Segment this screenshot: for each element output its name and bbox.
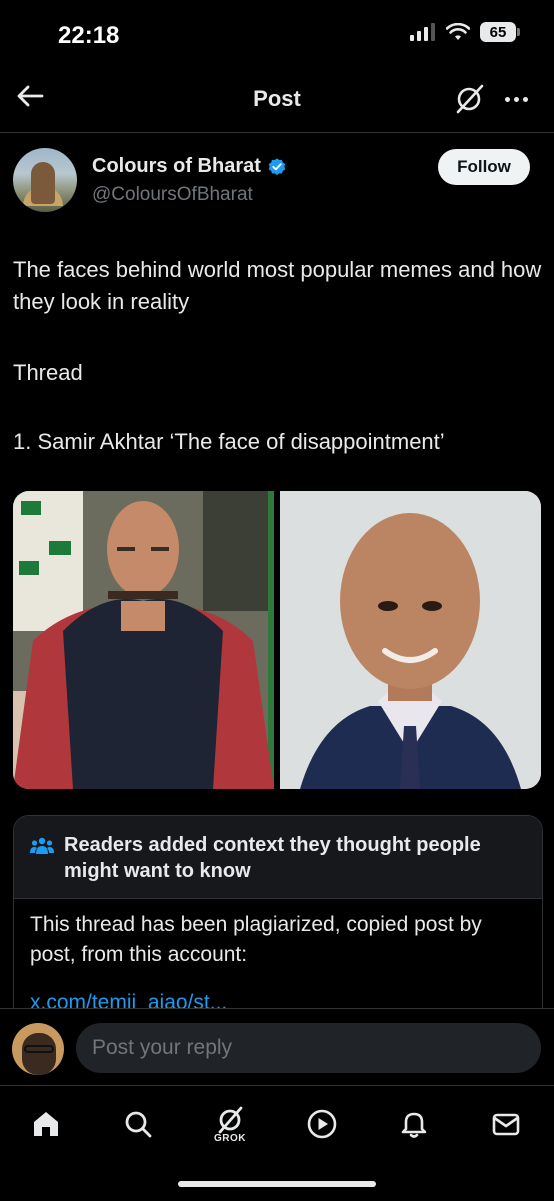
community-note-header: Readers added context they thought peopl… [14,816,542,899]
user-avatar[interactable] [12,1023,64,1075]
community-note[interactable]: Readers added context they thought peopl… [13,815,543,1012]
community-note-body: This thread has been plagiarized, copied… [30,913,482,966]
post-text-line: The faces behind world most popular meme… [13,257,542,314]
post-text-line: Thread [13,360,83,385]
grok-button[interactable] [452,82,486,116]
nav-home[interactable] [24,1102,68,1146]
search-icon [125,1111,152,1138]
avatar-person [31,162,55,204]
nav-video[interactable] [300,1102,344,1146]
author-avatar[interactable] [13,148,77,212]
post-image-reality[interactable] [280,491,541,789]
home-indicator [178,1181,376,1187]
avatar-face [22,1033,56,1075]
post-header: Post [0,60,554,132]
battery-level: 65 [489,23,507,41]
follow-button[interactable]: Follow [438,149,530,185]
avatar-glasses [24,1045,54,1053]
more-dot-icon [513,96,519,102]
people-icon [30,837,54,854]
home-icon [34,1112,58,1136]
messages-icon [492,1113,520,1136]
community-note-title: Readers added context they thought peopl… [64,834,481,882]
author-handle[interactable]: @ColoursOfBharat [92,184,253,206]
post-image-meme[interactable] [13,491,274,789]
post-text-line: 1. Samir Akhtar ‘The face of disappointm… [13,429,445,454]
nav-notifications[interactable] [392,1102,436,1146]
reply-input[interactable]: Post your reply [76,1023,541,1073]
verified-badge-icon [268,157,286,175]
portrait-photo-illustration [280,491,541,789]
grok-icon [218,1106,243,1133]
battery-indicator: 65 [480,22,520,42]
grok-label: GROK [214,1132,246,1144]
notifications-icon [401,1112,427,1138]
cellular-signal-icon [410,23,435,41]
status-icons: 65 [410,22,520,42]
wifi-icon [446,23,470,40]
status-time: 22:18 [58,22,120,49]
author-name-row[interactable]: Colours of Bharat [92,155,287,178]
nav-grok[interactable]: GROK [208,1102,252,1146]
video-icon [307,1109,337,1139]
grok-icon [456,84,484,114]
header-divider [0,132,554,133]
nav-search[interactable] [116,1102,160,1146]
more-dot-icon [522,96,528,102]
meme-photo-illustration [13,491,274,789]
more-dot-icon [504,96,510,102]
author-name: Colours of Bharat [92,155,261,177]
nav-messages[interactable] [484,1102,528,1146]
reply-bar: Post your reply [0,1008,554,1085]
more-options-button[interactable] [496,82,536,116]
